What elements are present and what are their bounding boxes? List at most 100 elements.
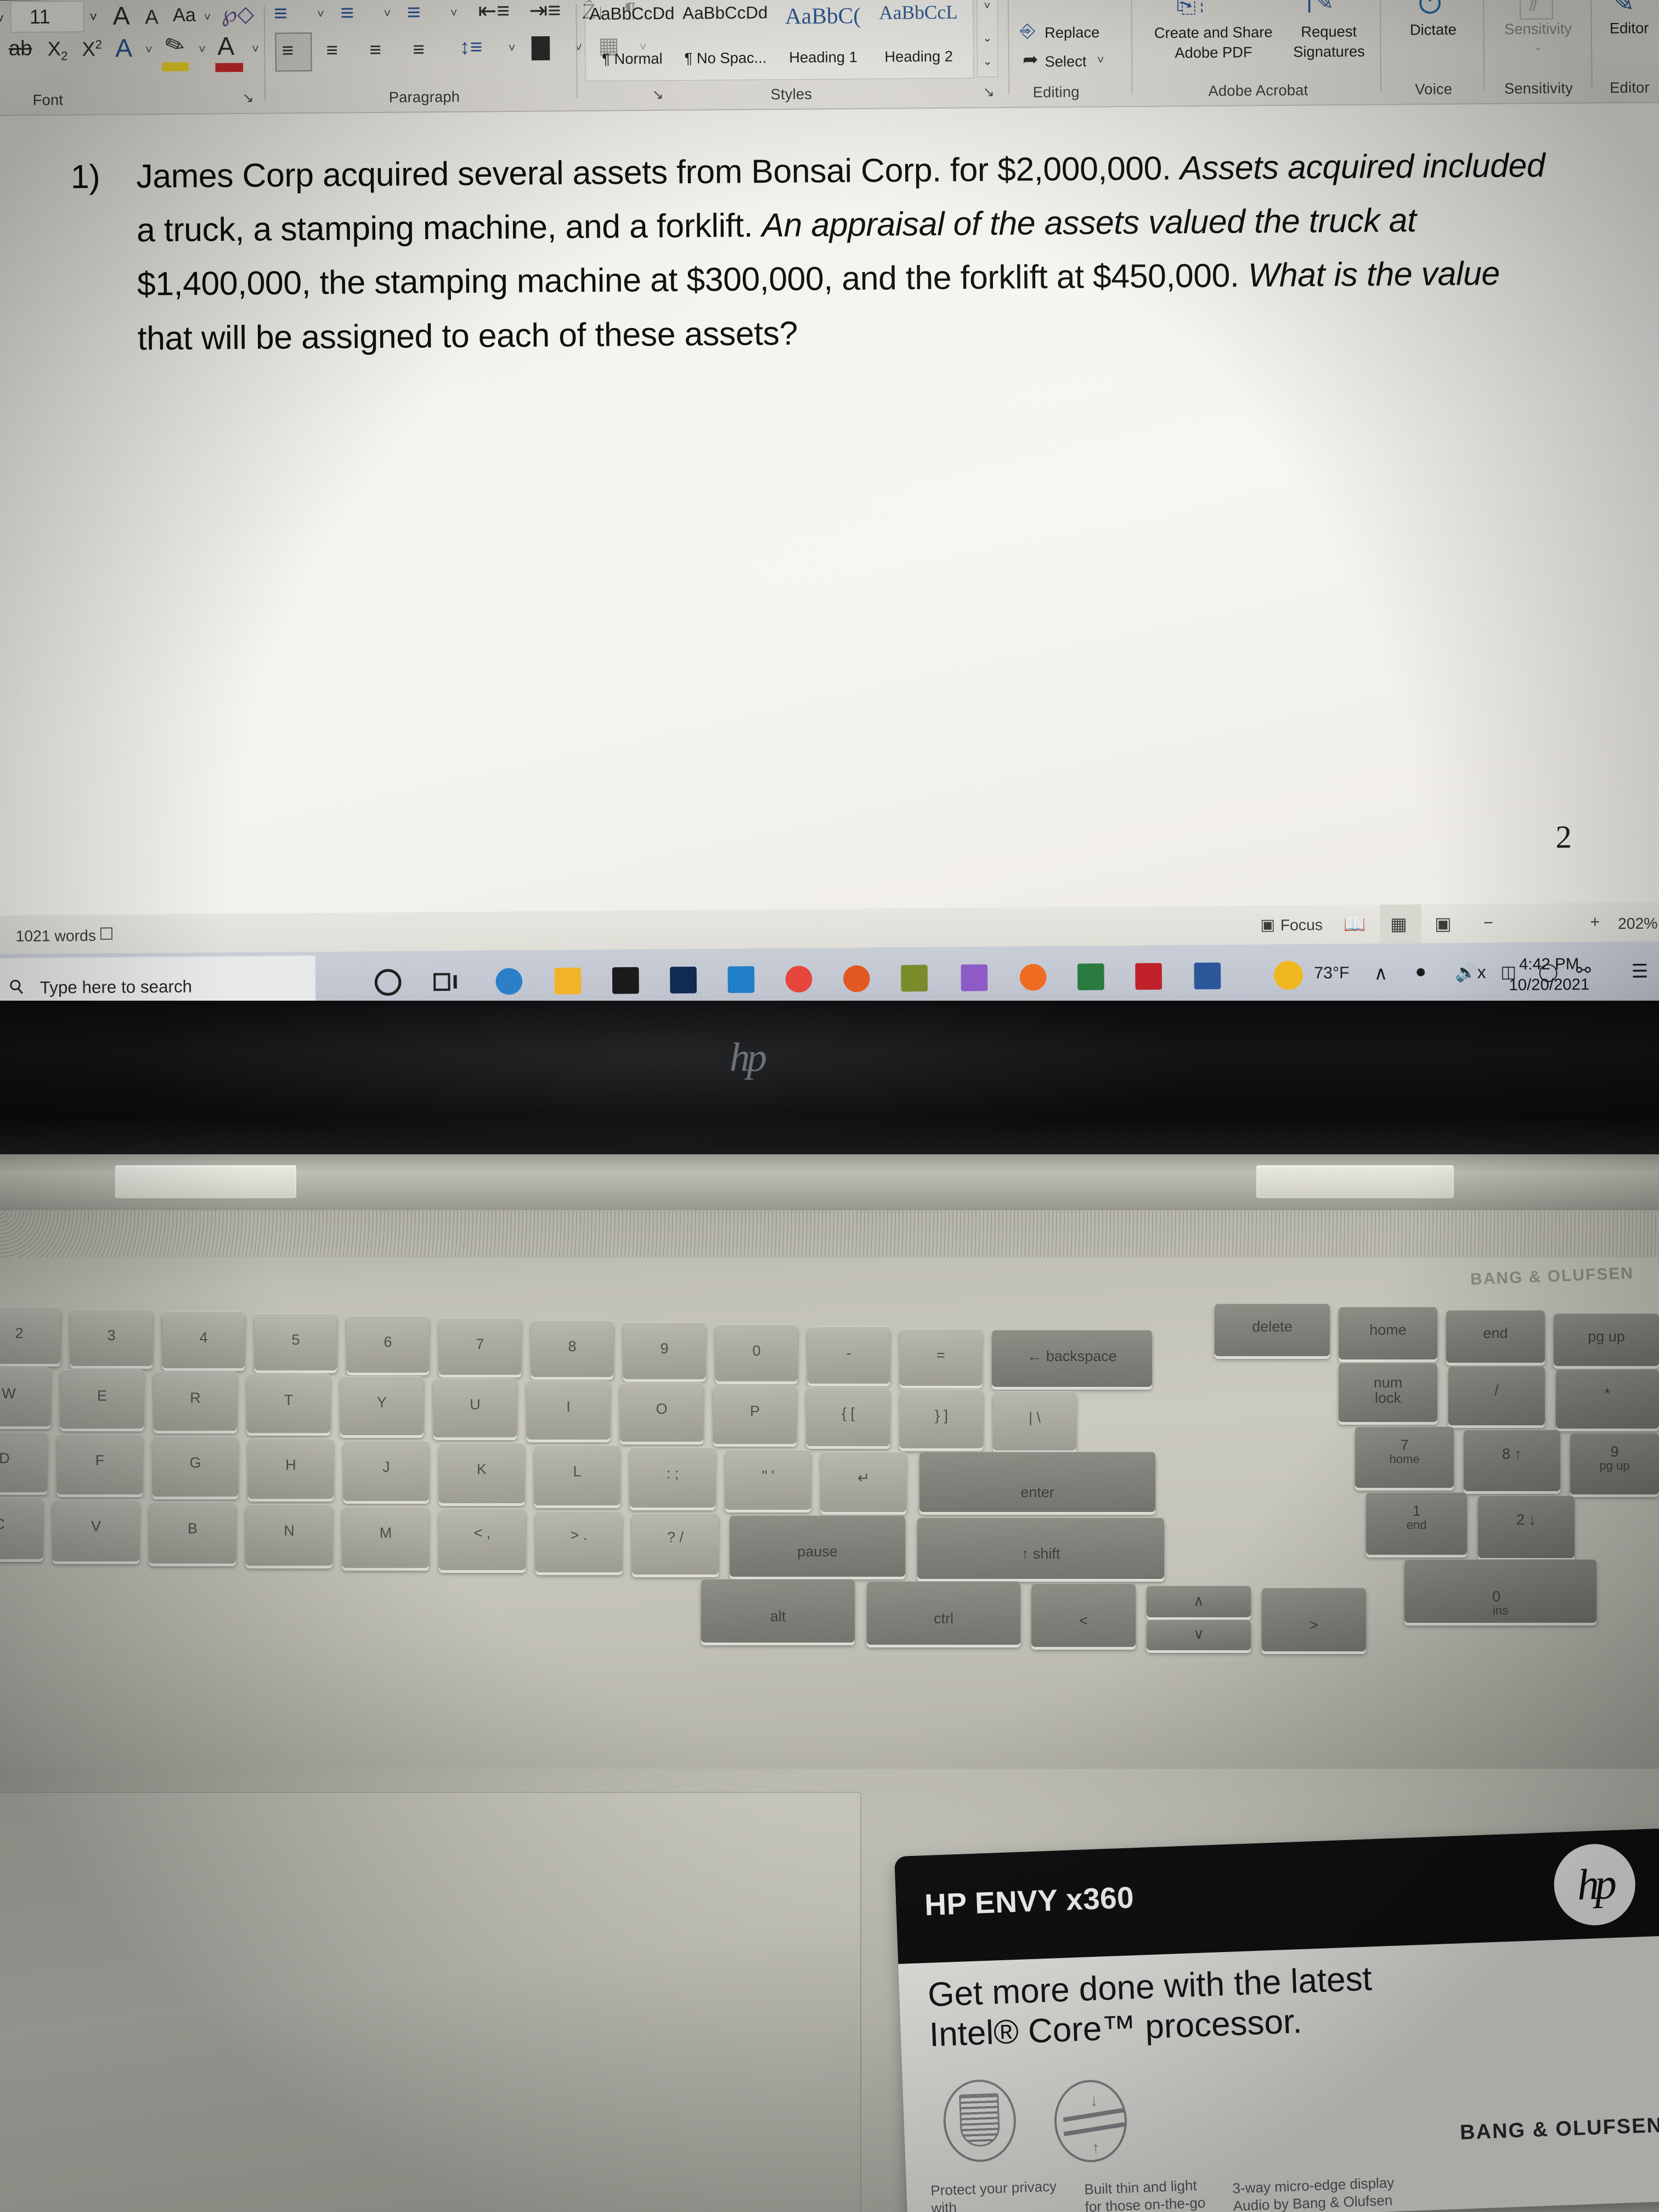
trackpad[interactable] <box>0 1792 861 2212</box>
styles-more-icon[interactable]: ⌄ <box>978 54 998 69</box>
visual-studio-icon[interactable] <box>961 964 988 991</box>
edge-icon[interactable] <box>495 968 523 995</box>
change-case-icon[interactable]: Aa <box>173 4 196 26</box>
request-signatures-icon[interactable]: ⌈✎ <box>1306 0 1334 15</box>
tray-overflow-icon[interactable]: ∧ <box>1374 962 1388 985</box>
text-effects-icon[interactable]: A <box>115 33 132 63</box>
font-size-chevron-icon[interactable]: ˅ <box>89 10 97 25</box>
font-color-chevron-icon[interactable]: ˅ <box>252 42 259 55</box>
align-right-icon[interactable]: ≡ <box>369 38 381 61</box>
request-signatures-button[interactable]: Request Signatures <box>1277 22 1381 63</box>
word-icon[interactable] <box>1194 962 1221 990</box>
font-name-chevron-icon[interactable]: ˅ <box>0 12 4 26</box>
dropbox-icon[interactable] <box>1077 963 1104 991</box>
shading-icon[interactable]: ▇ <box>532 33 550 60</box>
volume-muted-icon[interactable]: 🔊x <box>1455 962 1486 983</box>
justify-icon[interactable]: ≡ <box>413 38 425 61</box>
clock[interactable]: 4:42 PM 10/20/2021 <box>1509 954 1589 996</box>
styles-scroll-up-icon[interactable]: ˅ <box>977 0 997 13</box>
text-highlight-chevron-icon[interactable]: ˅ <box>199 42 206 56</box>
numbering-chevron-icon[interactable]: ˅ <box>383 6 391 20</box>
acrobat-icon[interactable] <box>1135 963 1163 990</box>
document-page[interactable]: 1) James Corp acquired several assets fr… <box>0 103 1659 916</box>
dictate-button[interactable]: Dictate <box>1384 21 1482 39</box>
create-share-pdf-icon[interactable]: ⎘⇡ <box>1176 0 1207 18</box>
zoom-level[interactable]: 202% <box>1618 915 1658 933</box>
replace-icon[interactable]: ⎆ <box>1020 20 1035 42</box>
select-button[interactable]: Select <box>1045 53 1086 71</box>
zoom-out-button[interactable]: − <box>1483 914 1493 933</box>
line-spacing-icon[interactable]: ↕≡ <box>459 36 482 59</box>
focus-mode-icon[interactable]: ▣ <box>1260 916 1275 934</box>
editor-pen-icon[interactable]: ✎ <box>1611 0 1635 18</box>
shrink-font-icon[interactable]: A <box>145 5 159 29</box>
center-icon[interactable]: ≡ <box>326 38 338 61</box>
style-item-heading-2[interactable]: AaBbCcL Heading 2 <box>874 0 963 78</box>
editor-button[interactable]: Editor <box>1594 20 1659 37</box>
task-view-icon[interactable] <box>432 968 459 995</box>
font-dialog-launcher[interactable]: ↘ <box>242 89 253 106</box>
print-layout-icon[interactable]: ▦ <box>1390 913 1407 935</box>
cortana-circle-icon[interactable] <box>374 969 402 996</box>
web-layout-icon[interactable]: ▣ <box>1435 913 1452 934</box>
style-item-no-spacing[interactable]: AaBbCcDd ¶ No Spac... <box>681 0 770 80</box>
proofing-errors-icon[interactable]: ☐ <box>99 924 114 944</box>
select-cursor-icon[interactable]: ➦ <box>1023 49 1039 70</box>
replace-button[interactable]: Replace <box>1045 24 1099 42</box>
clock-time: 4:42 PM <box>1519 955 1579 974</box>
shield-privacy-icon <box>942 2078 1018 2164</box>
paint-icon[interactable] <box>901 964 928 992</box>
zoom-in-button[interactable]: + <box>1590 913 1600 932</box>
subscript-icon[interactable]: X2 <box>47 37 67 63</box>
action-center-icon[interactable]: ☰ <box>1631 960 1648 983</box>
highlight-color-swatch[interactable] <box>162 62 189 72</box>
read-mode-icon[interactable]: 📖 <box>1344 913 1366 935</box>
weather-temperature[interactable]: 73°F <box>1314 964 1350 983</box>
powershell-icon[interactable] <box>670 966 697 994</box>
styles-dialog-launcher[interactable]: ↘ <box>983 84 994 101</box>
bullets-chevron-icon[interactable]: ˅ <box>317 7 324 20</box>
text-effects-chevron-icon[interactable]: ˅ <box>145 43 153 57</box>
style-item-heading-1[interactable]: AaBbC( Heading 1 <box>778 0 868 80</box>
bang-olufsen-etching: BANG & OLUFSEN <box>1470 1264 1634 1289</box>
font-size-value[interactable]: 11 <box>30 5 50 28</box>
text-highlight-icon[interactable]: ✎ <box>161 29 189 61</box>
snip-sketch-icon[interactable] <box>843 965 870 992</box>
chrome-icon[interactable] <box>785 966 812 993</box>
question-line-4-text: that will be assigned to each of these a… <box>137 314 798 357</box>
line-spacing-chevron-icon[interactable]: ˅ <box>509 41 516 54</box>
select-chevron-icon[interactable]: ˅ <box>1097 53 1104 66</box>
superscript-icon[interactable]: X2 <box>82 37 102 60</box>
styles-scroll-down-icon[interactable]: ⌄ <box>978 31 998 45</box>
defender-alert-icon[interactable]: ● <box>1415 961 1426 983</box>
numbering-icon[interactable]: ≡ <box>340 0 354 26</box>
font-color-swatch[interactable] <box>215 63 244 72</box>
sun-icon[interactable] <box>1274 961 1304 990</box>
multilevel-chevron-icon[interactable]: ˅ <box>450 6 458 20</box>
focus-button[interactable]: Focus <box>1280 916 1323 934</box>
grow-font-icon[interactable]: A <box>112 1 129 30</box>
multilevel-list-icon[interactable]: ≡ <box>407 0 421 25</box>
sensitivity-shield-icon[interactable]: ⟫ <box>1527 0 1539 13</box>
style-item-normal[interactable]: AaBbCcDd ¶ Normal <box>588 0 677 81</box>
font-color-icon[interactable]: A <box>217 31 234 60</box>
decrease-indent-icon[interactable]: ⇤≡ <box>478 0 510 24</box>
clear-formatting-icon[interactable]: ℘◇ <box>222 2 255 26</box>
strikethrough-icon[interactable]: ab <box>9 37 32 60</box>
firefox-icon[interactable] <box>1019 963 1047 991</box>
ribbon-group-editing: ⎆ Replace ➦ Select ˅ Editing <box>1014 0 1128 107</box>
bullets-icon[interactable]: ≡ <box>274 0 287 26</box>
mail-icon[interactable] <box>727 966 755 994</box>
q2a: a truck, a stamping machine, and a forkl… <box>136 206 762 249</box>
microsoft-store-icon[interactable] <box>612 967 639 994</box>
file-explorer-icon[interactable] <box>554 967 582 995</box>
word-count[interactable]: 1021 words <box>15 927 96 946</box>
align-left-icon[interactable]: ≡ <box>282 39 294 62</box>
change-case-chevron-icon[interactable]: ˅ <box>204 10 211 24</box>
create-share-pdf-button[interactable]: Create and Share Adobe PDF <box>1140 22 1287 63</box>
sensitivity-chevron-icon[interactable]: ˇ <box>1486 46 1591 62</box>
styles-scrollbar[interactable]: ˅ ⌄ ⌄ <box>977 0 998 77</box>
dictate-microphone-icon[interactable]: ⏻ <box>1418 0 1441 20</box>
sensitivity-button[interactable]: Sensitivity <box>1485 20 1591 38</box>
increase-indent-icon[interactable]: ⇥≡ <box>529 0 561 23</box>
